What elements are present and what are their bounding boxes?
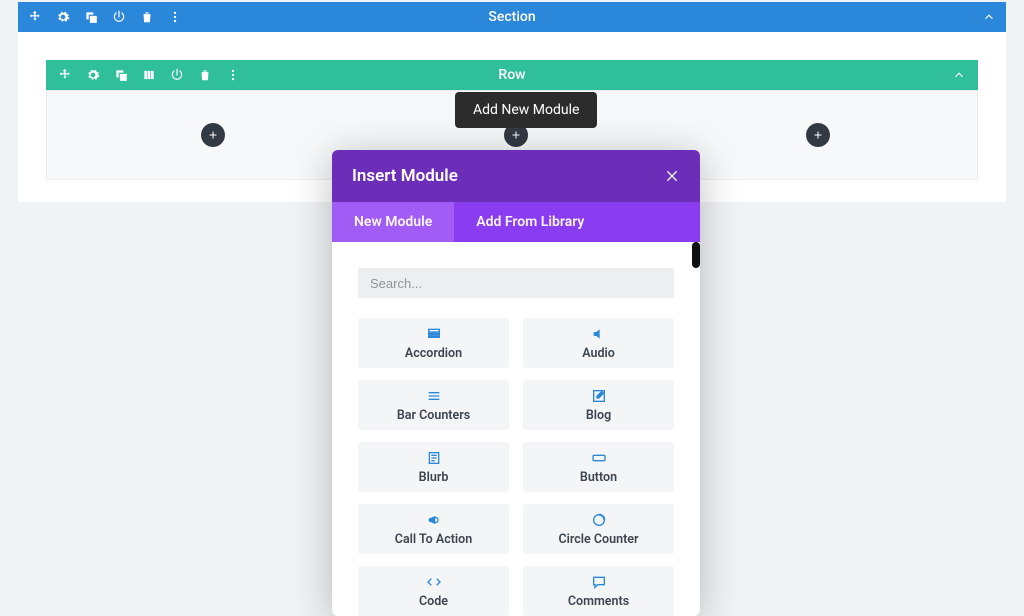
comments-icon — [591, 574, 607, 590]
module-circle-counter[interactable]: Circle Counter — [523, 504, 674, 554]
tab-add-from-library[interactable]: Add From Library — [454, 202, 606, 242]
button-icon — [591, 450, 607, 466]
module-call-to-action[interactable]: Call To Action — [358, 504, 509, 554]
module-label: Button — [580, 470, 617, 485]
plus-icon — [510, 129, 522, 141]
module-search-input[interactable] — [358, 268, 674, 298]
modal-title: Insert Module — [352, 166, 458, 186]
section-collapse-button[interactable] — [982, 10, 996, 24]
chevron-up-icon — [982, 10, 996, 24]
module-label: Comments — [568, 594, 629, 609]
chevron-up-icon — [952, 68, 966, 82]
megaphone-icon — [426, 512, 442, 528]
duplicate-icon[interactable] — [84, 10, 98, 24]
module-label: Audio — [582, 346, 615, 361]
modal-scrollbar[interactable] — [692, 242, 700, 268]
module-label: Accordion — [405, 346, 462, 361]
more-icon[interactable] — [226, 68, 240, 82]
module-audio[interactable]: Audio — [523, 318, 674, 368]
module-accordion[interactable]: Accordion — [358, 318, 509, 368]
row-collapse-button[interactable] — [952, 68, 966, 82]
module-comments[interactable]: Comments — [523, 566, 674, 616]
close-icon — [664, 168, 680, 184]
module-label: Code — [419, 594, 448, 609]
move-icon[interactable] — [28, 10, 42, 24]
blurb-icon — [426, 450, 442, 466]
module-label: Call To Action — [395, 532, 472, 547]
power-icon[interactable] — [112, 10, 126, 24]
module-label: Bar Counters — [397, 408, 470, 423]
plus-icon — [812, 129, 824, 141]
section-toolbar — [28, 10, 182, 24]
duplicate-icon[interactable] — [114, 68, 128, 82]
module-button[interactable]: Button — [523, 442, 674, 492]
module-label: Blurb — [419, 470, 449, 485]
trash-icon[interactable] — [140, 10, 154, 24]
audio-icon — [591, 326, 607, 342]
circle-counter-icon — [591, 512, 607, 528]
module-code[interactable]: Code — [358, 566, 509, 616]
modal-close-button[interactable] — [664, 168, 680, 184]
power-icon[interactable] — [170, 68, 184, 82]
add-module-button-col3[interactable] — [806, 123, 830, 147]
more-icon[interactable] — [168, 10, 182, 24]
trash-icon[interactable] — [198, 68, 212, 82]
modal-tabs: New Module Add From Library — [332, 202, 700, 242]
columns-icon[interactable] — [142, 68, 156, 82]
module-grid: Accordion Audio Bar Counters Blog Blurb — [358, 318, 674, 616]
insert-module-modal: Insert Module New Module Add From Librar… — [332, 150, 700, 616]
row-bar: Row — [46, 60, 978, 90]
gear-icon[interactable] — [56, 10, 70, 24]
module-label: Blog — [586, 408, 611, 423]
add-module-button-col1[interactable] — [201, 123, 225, 147]
blog-icon — [591, 388, 607, 404]
module-label: Circle Counter — [558, 532, 638, 547]
code-icon — [426, 574, 442, 590]
tab-new-module[interactable]: New Module — [332, 202, 454, 242]
accordion-icon — [426, 326, 442, 342]
module-blurb[interactable]: Blurb — [358, 442, 509, 492]
gear-icon[interactable] — [86, 68, 100, 82]
module-blog[interactable]: Blog — [523, 380, 674, 430]
module-bar-counters[interactable]: Bar Counters — [358, 380, 509, 430]
plus-icon — [207, 129, 219, 141]
add-module-tooltip: Add New Module — [455, 92, 597, 128]
row-toolbar — [58, 68, 240, 82]
modal-header: Insert Module — [332, 150, 700, 202]
bars-icon — [426, 388, 442, 404]
move-icon[interactable] — [58, 68, 72, 82]
section-bar: Section — [18, 2, 1006, 32]
modal-body: Accordion Audio Bar Counters Blog Blurb — [332, 242, 700, 616]
